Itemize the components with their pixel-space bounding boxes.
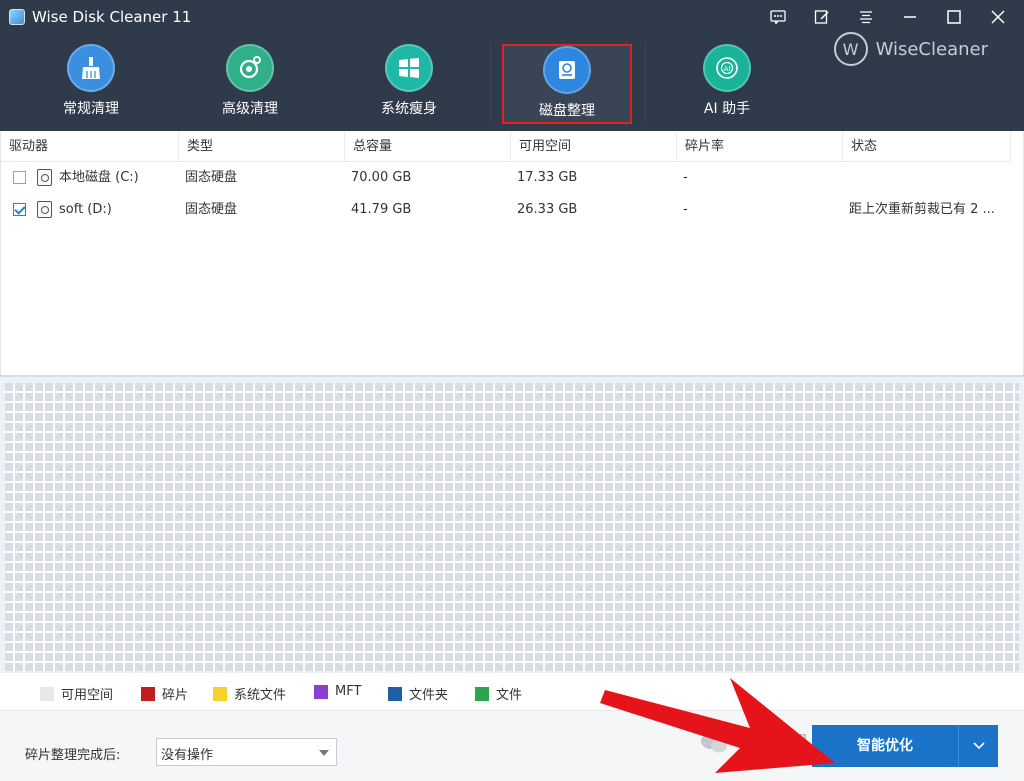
table-row[interactable]: 本地磁盘 (C:) 固态硬盘 70.00 GB 17.33 GB - bbox=[1, 162, 1011, 194]
drive-status bbox=[841, 162, 1011, 194]
column-header-frag[interactable]: 碎片率 bbox=[677, 131, 843, 162]
drive-type: 固态硬盘 bbox=[185, 202, 238, 217]
after-defrag-label: 碎片整理完成后: bbox=[25, 748, 121, 763]
nav-system-slim[interactable]: 系统瘦身 bbox=[344, 44, 474, 124]
minimize-icon[interactable] bbox=[890, 4, 930, 30]
maximize-icon[interactable] bbox=[934, 4, 974, 30]
title-bar: Wise Disk Cleaner 11 bbox=[0, 0, 1024, 34]
legend-label: 系统文件 bbox=[234, 688, 287, 703]
broom-icon bbox=[67, 44, 115, 92]
legend-item-system-files: 系统文件 bbox=[213, 684, 286, 703]
nav-label: 高级清理 bbox=[222, 101, 278, 117]
drive-frag: - bbox=[683, 202, 688, 217]
drive-free: 17.33 GB bbox=[517, 170, 578, 185]
drive-total: 70.00 GB bbox=[351, 170, 412, 185]
column-header-type[interactable]: 类型 bbox=[179, 131, 345, 162]
legend-swatch bbox=[475, 686, 489, 701]
column-header-status[interactable]: 状态 bbox=[843, 131, 1011, 162]
smart-optimize-label: 智能优化 bbox=[857, 738, 913, 754]
legend-swatch bbox=[213, 686, 227, 701]
drive-name: 本地磁盘 (C:) bbox=[59, 170, 139, 185]
hard-drive-icon bbox=[543, 46, 591, 94]
legend-label: 碎片 bbox=[162, 688, 189, 703]
legend-item-file: 文件 bbox=[475, 684, 522, 703]
legend-label: 可用空间 bbox=[61, 688, 114, 703]
brand-name: WiseCleaner bbox=[875, 38, 988, 60]
legend-item-fragment: 碎片 bbox=[141, 684, 188, 703]
app-logo-icon bbox=[9, 9, 25, 25]
nav-label: 常规清理 bbox=[63, 101, 119, 117]
drive-status: 距上次重新剪裁已有 2 ... bbox=[849, 202, 995, 217]
app-title: Wise Disk Cleaner 11 bbox=[32, 8, 192, 26]
disk-block-map-panel bbox=[0, 375, 1024, 673]
legend-item-mft: MFT bbox=[314, 684, 361, 699]
legend-item-folder: 文件夹 bbox=[388, 684, 448, 703]
close-icon[interactable] bbox=[978, 4, 1018, 30]
drive-checkbox[interactable] bbox=[13, 203, 26, 216]
column-header-total[interactable]: 总容量 bbox=[345, 131, 511, 162]
optimize-options-dropdown[interactable] bbox=[958, 725, 998, 767]
legend-swatch bbox=[40, 686, 54, 701]
table-row[interactable]: soft (D:) 固态硬盘 41.79 GB 26.33 GB - 距上次重新… bbox=[1, 194, 1011, 226]
drive-frag: - bbox=[683, 170, 688, 185]
drive-table: 驱动器 类型 总容量 可用空间 碎片率 状态 本地磁盘 (C:) 固态硬盘 70… bbox=[0, 131, 1024, 375]
legend-item-free: 可用空间 bbox=[40, 684, 113, 703]
edit-icon[interactable] bbox=[802, 4, 842, 30]
legend-swatch bbox=[388, 686, 402, 701]
drive-icon bbox=[37, 169, 52, 186]
column-header-drive[interactable]: 驱动器 bbox=[1, 131, 179, 162]
drive-name: soft (D:) bbox=[59, 202, 112, 217]
feedback-icon[interactable] bbox=[758, 4, 798, 30]
nav-disk-defrag[interactable]: 磁盘整理 bbox=[502, 44, 632, 124]
windows-icon bbox=[385, 44, 433, 92]
chevron-down-icon bbox=[972, 742, 985, 750]
window-controls bbox=[758, 4, 1018, 30]
nav-advanced-clean[interactable]: 高级清理 bbox=[185, 44, 315, 124]
legend-label: MFT bbox=[335, 684, 362, 699]
app-header: Wise Disk Cleaner 11 常规清理 高级清理 系统瘦身 磁盘整理… bbox=[0, 0, 1024, 131]
nav-label: 系统瘦身 bbox=[381, 101, 437, 117]
ai-icon: AI bbox=[703, 44, 751, 92]
wisecleaner-logo: W bbox=[833, 32, 868, 66]
nav-ai-assistant[interactable]: AI AI 助手 bbox=[662, 44, 792, 124]
legend-label: 文件 bbox=[496, 688, 523, 703]
footer-bar: 碎片整理完成后: 没有操作 公众号 · 科技瞎鼓捣 智能优化 bbox=[0, 711, 1024, 781]
block-legend: 可用空间 碎片 系统文件 MFT 文件夹 文件 bbox=[0, 673, 1024, 711]
drive-checkbox[interactable] bbox=[13, 171, 26, 184]
drive-free: 26.33 GB bbox=[517, 202, 578, 217]
smart-optimize-button[interactable]: 智能优化 bbox=[812, 725, 998, 767]
nav-divider bbox=[490, 44, 491, 122]
chevron-down-icon bbox=[319, 750, 329, 756]
svg-text:AI: AI bbox=[724, 65, 731, 73]
nav-divider bbox=[645, 44, 646, 122]
legend-swatch bbox=[314, 684, 328, 699]
after-defrag-value: 没有操作 bbox=[161, 748, 214, 763]
legend-label: 文件夹 bbox=[409, 688, 449, 703]
brand: W WiseCleaner bbox=[833, 32, 988, 66]
after-defrag-select[interactable]: 没有操作 bbox=[156, 738, 337, 766]
disk-block-map bbox=[5, 383, 1019, 671]
legend-swatch bbox=[141, 686, 155, 701]
column-header-free[interactable]: 可用空间 bbox=[511, 131, 677, 162]
drive-type: 固态硬盘 bbox=[185, 170, 238, 185]
wechat-icon bbox=[701, 733, 727, 753]
menu-icon[interactable] bbox=[846, 4, 886, 30]
nav-label: AI 助手 bbox=[703, 101, 751, 117]
nav-common-clean[interactable]: 常规清理 bbox=[26, 44, 156, 124]
drive-total: 41.79 GB bbox=[351, 202, 412, 217]
disk-scan-icon bbox=[226, 44, 274, 92]
table-header: 驱动器 类型 总容量 可用空间 碎片率 状态 bbox=[1, 131, 1011, 162]
drive-icon bbox=[37, 201, 52, 218]
nav-label: 磁盘整理 bbox=[539, 103, 595, 119]
